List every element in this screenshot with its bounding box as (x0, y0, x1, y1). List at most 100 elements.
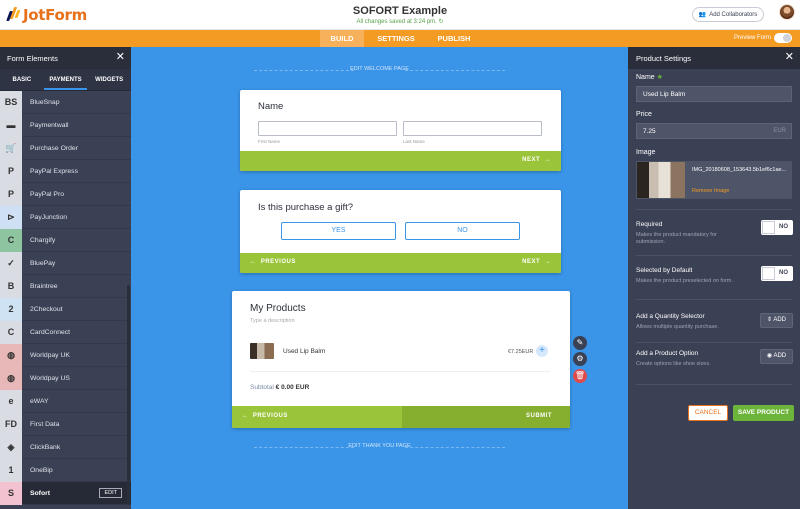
add-quantity-button[interactable]: ⇕ ADD (760, 313, 793, 328)
tab-settings[interactable]: SETTINGS (370, 30, 422, 47)
form-elements-panel: Form Elements ✕ BASIC PAYMENTS WIDGETS B… (0, 47, 131, 509)
gift-question-card[interactable]: Is this purchase a gift? YES NO ← PREVIO… (240, 190, 561, 273)
payment-logo-icon: e (0, 389, 22, 413)
submit-button[interactable]: SUBMIT (526, 413, 552, 419)
tab-basic[interactable]: BASIC (0, 69, 44, 90)
payment-logo-icon: ✓ (0, 251, 22, 275)
payment-item-payjunction[interactable]: ⊳ PayJunction (0, 205, 131, 229)
selected-default-toggle[interactable]: NO (761, 266, 793, 281)
save-status: All changes saved at 3:24 pm. ↻ (356, 19, 444, 25)
cancel-button[interactable]: CANCEL (688, 405, 728, 421)
payment-item-worldpay-us[interactable]: ◍ Worldpay US (0, 366, 131, 390)
trash-icon[interactable]: 🗑 (573, 369, 587, 383)
payment-item-label: ClickBank (30, 443, 61, 451)
edit-button[interactable]: EDIT (99, 488, 122, 498)
payment-item-label: Worldpay US (30, 374, 70, 382)
payment-item-eway[interactable]: e eWAY (0, 389, 131, 413)
form-title[interactable]: SOFORT Example (0, 5, 800, 17)
image-box: IMG_20180608_153643.5b1ef6c1ae... Remove… (636, 161, 792, 199)
payment-item-2checkout[interactable]: 2 2Checkout (0, 297, 131, 321)
payment-item-worldpay-uk[interactable]: ◍ Worldpay UK (0, 343, 131, 367)
toggle-value: NO (779, 270, 788, 276)
previous-button[interactable]: ← PREVIOUS (242, 413, 288, 419)
tab-widgets[interactable]: WIDGETS (87, 69, 131, 90)
payment-item-paypal-pro[interactable]: P PayPal Pro (0, 182, 131, 206)
products-description: Type a description (250, 318, 295, 324)
name-field-card[interactable]: Name First Name Last Name NEXT → (240, 90, 561, 171)
payment-item-chargify[interactable]: C Chargify (0, 228, 131, 252)
divider (636, 255, 792, 256)
product-price-input[interactable]: 7.25 EUR (636, 123, 792, 139)
payment-item-paymentwall[interactable]: ▬ Paymentwall (0, 113, 131, 137)
payment-item-purchase-order[interactable]: 🛒 Purchase Order (0, 136, 131, 160)
payment-item-onebip[interactable]: 1 OneBip (0, 458, 131, 482)
user-avatar[interactable] (779, 4, 795, 20)
tab-build[interactable]: BUILD (320, 30, 364, 47)
required-desc: Makes the product mandatory for submissi… (636, 232, 717, 245)
form-canvas: EDIT WELCOME PAGE Name First Name Last N… (131, 47, 628, 509)
main-navbar: BUILD SETTINGS PUBLISH Preview Form (0, 30, 800, 47)
payment-item-first-data[interactable]: FD First Data (0, 412, 131, 436)
gift-question: Is this purchase a gift? (258, 202, 354, 213)
preview-form-toggle[interactable]: Preview Form (734, 33, 792, 43)
remove-image-link[interactable]: Remove Image (692, 188, 729, 194)
payment-item-label: eWAY (30, 397, 49, 405)
payment-logo-icon: C (0, 228, 22, 252)
name-label: Name ★ (636, 74, 663, 81)
image-label: Image (636, 149, 656, 156)
add-option-button[interactable]: ◉ ADD (760, 349, 793, 364)
scrollbar[interactable] (127, 285, 130, 505)
divider (636, 384, 792, 385)
payment-item-clickbank[interactable]: ◈ ClickBank (0, 435, 131, 459)
payment-item-braintree[interactable]: B Braintree (0, 274, 131, 298)
payment-item-bluepay[interactable]: ✓ BluePay (0, 251, 131, 275)
price-label: Price (636, 111, 652, 118)
previous-button[interactable]: ← PREVIOUS (250, 259, 296, 265)
close-icon[interactable]: ✕ (785, 52, 794, 63)
product-thumbnail (250, 343, 274, 359)
next-button[interactable]: NEXT → (522, 259, 551, 265)
save-product-button[interactable]: SAVE PRODUCT (733, 405, 794, 421)
tab-publish[interactable]: PUBLISH (428, 30, 480, 47)
product-option-label: Add a Product Option (636, 350, 699, 357)
add-collaborators-button[interactable]: 👥 Add Collaborators (692, 7, 764, 22)
card1-nav-bar: NEXT → (240, 151, 561, 171)
product-name-input[interactable]: Used Lip Balm (636, 86, 792, 102)
close-icon[interactable]: ✕ (116, 52, 125, 63)
edit-welcome-page[interactable]: EDIT WELCOME PAGE (131, 66, 628, 72)
next-button[interactable]: NEXT → (522, 157, 551, 163)
divider (636, 209, 792, 210)
no-option[interactable]: NO (405, 222, 520, 240)
payment-logo-icon: ⊳ (0, 205, 22, 229)
first-name-label: First Name (258, 139, 281, 144)
payment-item-bluesnap[interactable]: BS BlueSnap (0, 90, 131, 114)
image-filename: IMG_20180608_153643.5b1ef6c1ae... (692, 167, 787, 173)
edit-thank-you-page[interactable]: EDIT THANK YOU PAGE (131, 443, 628, 449)
payment-logo-icon: P (0, 159, 22, 183)
required-toggle[interactable]: NO (761, 220, 793, 235)
payment-item-label: BluePay (30, 259, 56, 267)
wand-icon[interactable]: ✎ (573, 336, 587, 350)
product-image (637, 162, 685, 198)
yes-option[interactable]: YES (281, 222, 396, 240)
form-elements-header: Form Elements ✕ (0, 47, 131, 69)
payment-item-label: First Data (30, 420, 60, 428)
products-card[interactable]: My Products Type a description Used Lip … (232, 291, 570, 428)
tab-payments[interactable]: PAYMENTS (43, 69, 88, 90)
payment-item-label: PayJunction (30, 213, 68, 221)
payment-item-paypal-express[interactable]: P PayPal Express (0, 159, 131, 183)
preview-switch[interactable] (774, 33, 792, 43)
payment-item-label: Chargify (30, 236, 56, 244)
payment-item-cardconnect[interactable]: C CardConnect (0, 320, 131, 344)
product-price: €7.25EUR (508, 349, 534, 355)
first-name-input[interactable] (258, 121, 397, 136)
payment-logo-icon: ◈ (0, 435, 22, 459)
gear-icon[interactable]: ⚙ (573, 352, 587, 366)
last-name-input[interactable] (403, 121, 542, 136)
name-question: Name (258, 101, 284, 112)
selected-default-label: Selected by Default (636, 267, 693, 274)
payment-item-sofort[interactable]: S Sofort EDIT (0, 481, 131, 505)
stepper-icon: ⇕ (766, 317, 772, 323)
payment-logo-icon: C (0, 320, 22, 344)
add-product-icon[interactable]: + (536, 345, 548, 357)
